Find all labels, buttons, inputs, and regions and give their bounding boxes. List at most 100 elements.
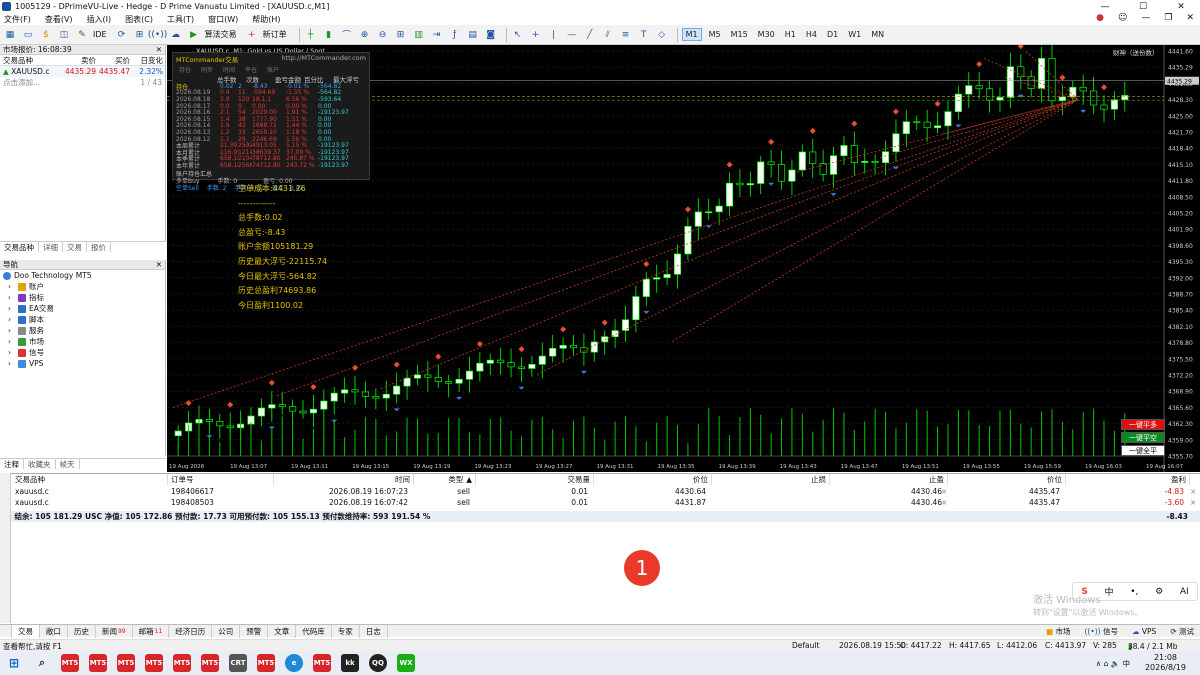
expand-icon[interactable]: › bbox=[8, 293, 18, 302]
start-icon[interactable]: ⊞ bbox=[5, 654, 23, 672]
tab-history[interactable]: 历史 bbox=[68, 624, 96, 638]
tab-experts[interactable]: 专家 bbox=[332, 624, 360, 638]
shapes-icon[interactable]: ◇ bbox=[655, 28, 669, 42]
cursor-icon[interactable]: ↖ bbox=[511, 28, 525, 42]
col-ask[interactable]: 买价 bbox=[96, 55, 130, 66]
mdi-close-icon[interactable]: ✕ bbox=[1186, 13, 1194, 23]
nav-item-experts[interactable]: › EA交易 bbox=[0, 303, 165, 314]
tab-exposure[interactable]: 敞口 bbox=[40, 624, 68, 638]
tab-news[interactable]: 新闻 99 bbox=[96, 624, 133, 638]
mt5-taskbar-icon[interactable]: MT5 bbox=[173, 654, 191, 672]
tf-d1[interactable]: D1 bbox=[824, 29, 841, 40]
expand-icon[interactable]: › bbox=[8, 337, 18, 346]
expand-icon[interactable]: › bbox=[8, 326, 18, 335]
navigator-root[interactable]: Doo Technology MT5 bbox=[0, 270, 165, 281]
table-row[interactable]: xauusd.c 198408503 2026.08.19 16:07:42 sell… bbox=[0, 497, 1200, 508]
profiles-icon[interactable]: ▭ bbox=[21, 28, 35, 42]
remove-tp-icon[interactable]: × bbox=[941, 497, 947, 508]
close-icon[interactable]: ✕ bbox=[1162, 0, 1200, 13]
notification-icon[interactable]: ● bbox=[1096, 13, 1104, 23]
bar-chart-icon[interactable]: ┼ bbox=[304, 28, 318, 42]
col-symbol[interactable]: 交易品种 bbox=[12, 474, 168, 485]
tab-trade[interactable]: 交易 bbox=[12, 624, 40, 638]
horizontal-line-icon[interactable]: — bbox=[565, 28, 579, 42]
mt-commander-panel[interactable]: MTCommander交易 http://MTCommander.com 持仓 … bbox=[172, 52, 370, 192]
tab-articles[interactable]: 文章 bbox=[268, 624, 297, 638]
screenshot-icon[interactable]: ◙ bbox=[484, 28, 498, 42]
crosshair-icon[interactable]: + bbox=[529, 28, 543, 42]
volume-icon[interactable]: 🔈 bbox=[1111, 659, 1120, 668]
nav-item-market[interactable]: › 市场 bbox=[0, 336, 165, 347]
tab-alerts[interactable]: 预警 bbox=[240, 624, 269, 638]
algo-trading-icon[interactable]: ▶ bbox=[187, 28, 201, 42]
taskbar-clock[interactable]: 21:08 2026/8/19 bbox=[1145, 653, 1186, 673]
tf-h1[interactable]: H1 bbox=[782, 29, 799, 40]
mt5-taskbar-icon[interactable]: MT5 bbox=[117, 654, 135, 672]
expand-icon[interactable]: › bbox=[8, 282, 18, 291]
mdi-minimize-icon[interactable]: — bbox=[1141, 13, 1150, 23]
add-symbol-link[interactable]: 点击添加... bbox=[3, 77, 40, 88]
menu-view[interactable]: 查看(V) bbox=[45, 14, 73, 25]
zoom-in-icon[interactable]: ⊕ bbox=[358, 28, 372, 42]
col-price[interactable]: 价位 bbox=[594, 474, 712, 485]
mt5-taskbar-icon[interactable]: MT5 bbox=[257, 654, 275, 672]
ime-tray-icon[interactable]: 中 bbox=[1123, 659, 1131, 668]
menu-file[interactable]: 文件(F) bbox=[4, 14, 31, 25]
candle-chart-icon[interactable]: ▮ bbox=[322, 28, 336, 42]
remove-tp-icon[interactable]: × bbox=[941, 486, 947, 497]
mdi-restore-icon[interactable]: ❐ bbox=[1164, 13, 1172, 23]
col-type[interactable]: 类型 ▲ bbox=[414, 474, 476, 485]
close-position-icon[interactable]: × bbox=[1190, 497, 1196, 508]
trendline-icon[interactable]: ╱ bbox=[583, 28, 597, 42]
nav-item-indicators[interactable]: › 指标 bbox=[0, 292, 165, 303]
chart-shift-icon[interactable]: ⇥ bbox=[430, 28, 444, 42]
tab-common[interactable]: 注释 bbox=[0, 459, 24, 469]
navigator-icon[interactable]: ◫ bbox=[57, 28, 71, 42]
menu-insert[interactable]: 插入(I) bbox=[87, 14, 112, 25]
menu-help[interactable]: 帮助(H) bbox=[252, 14, 280, 25]
tab-journal[interactable]: 日志 bbox=[360, 624, 388, 638]
col-tp[interactable]: 止盈 bbox=[830, 474, 948, 485]
indicators-icon[interactable]: ƒ bbox=[448, 28, 462, 42]
expand-icon[interactable]: › bbox=[8, 304, 18, 313]
tf-h4[interactable]: H4 bbox=[803, 29, 820, 40]
tf-w1[interactable]: W1 bbox=[845, 29, 864, 40]
ime-ai[interactable]: AI bbox=[1180, 587, 1189, 597]
tester-link[interactable]: ⟳ 测试 bbox=[1170, 626, 1194, 637]
minimize-icon[interactable]: — bbox=[1086, 0, 1124, 13]
tab-trading[interactable]: 交易 bbox=[63, 242, 87, 252]
tf-m15[interactable]: M15 bbox=[728, 29, 751, 40]
tab-codebase[interactable]: 代码库 bbox=[296, 624, 332, 638]
new-chart-icon[interactable]: ▦ bbox=[3, 28, 17, 42]
mt5-taskbar-icon[interactable]: MT5 bbox=[313, 654, 331, 672]
crt-taskbar-icon[interactable]: CRT bbox=[229, 654, 247, 672]
expand-icon[interactable]: › bbox=[8, 315, 18, 324]
tab-symbols[interactable]: 交易品种 bbox=[0, 242, 39, 252]
zoom-out-icon[interactable]: ⊖ bbox=[376, 28, 390, 42]
nav-item-vps[interactable]: › VPS bbox=[0, 358, 165, 369]
wechat-taskbar-icon[interactable]: WX bbox=[397, 654, 415, 672]
ide-button[interactable]: IDE bbox=[93, 30, 107, 39]
tab-frames[interactable]: 帧天 bbox=[56, 459, 80, 469]
mt5-taskbar-icon[interactable]: MT5 bbox=[61, 654, 79, 672]
mt5-taskbar-icon[interactable]: MT5 bbox=[201, 654, 219, 672]
mt5-taskbar-icon[interactable]: MT5 bbox=[89, 654, 107, 672]
tab-company[interactable]: 公司 bbox=[212, 624, 241, 638]
col-current[interactable]: 价位 bbox=[948, 474, 1066, 485]
signals-link[interactable]: ((•)) 信号 bbox=[1084, 626, 1118, 637]
kk-taskbar-icon[interactable]: kk bbox=[341, 654, 359, 672]
market-watch-icon[interactable]: $ bbox=[39, 28, 53, 42]
tab-calendar[interactable]: 经济日历 bbox=[169, 624, 213, 638]
algo-trading-button[interactable]: 算法交易 bbox=[205, 29, 237, 40]
edge-taskbar-icon[interactable]: e bbox=[285, 654, 303, 672]
col-symbol[interactable]: 交易品种 bbox=[0, 55, 64, 66]
search-icon[interactable]: ⌕ bbox=[33, 654, 51, 672]
panel-close-icon[interactable]: ✕ bbox=[156, 45, 162, 54]
nav-item-accounts[interactable]: › 账户 bbox=[0, 281, 165, 292]
user-icon[interactable]: ☺ bbox=[1118, 13, 1127, 23]
close-short-button[interactable]: 一键平空 bbox=[1121, 432, 1165, 443]
table-row[interactable]: xauusd.c 198406617 2026.08.19 16:07:23 sell… bbox=[0, 486, 1200, 497]
tab-favorites[interactable]: 收藏夹 bbox=[24, 459, 56, 469]
close-position-icon[interactable]: × bbox=[1190, 486, 1196, 497]
vps-link[interactable]: ☁ VPS bbox=[1132, 627, 1156, 636]
